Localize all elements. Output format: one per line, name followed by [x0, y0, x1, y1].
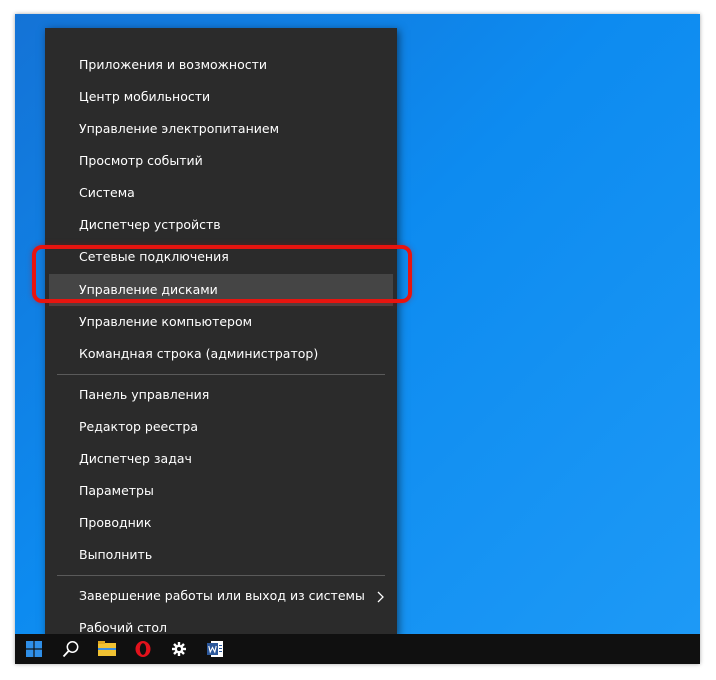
search-icon [62, 641, 79, 658]
menu-item-control-panel[interactable]: Панель управления [45, 379, 397, 411]
settings-gear-icon [172, 642, 186, 656]
menu-item-power-options[interactable]: Управление электропитанием [45, 113, 397, 145]
menu-item-event-viewer[interactable]: Просмотр событий [45, 145, 397, 177]
menu-item-apps-features[interactable]: Приложения и возможности [45, 49, 397, 81]
desktop: Приложения и возможности Центр мобильнос… [15, 14, 700, 664]
search-button[interactable] [53, 634, 89, 664]
opera-button[interactable] [125, 634, 161, 664]
menu-item-device-manager[interactable]: Диспетчер устройств [45, 209, 397, 241]
menu-item-computer-management[interactable]: Управление компьютером [45, 306, 397, 338]
highlight-frame [32, 245, 412, 303]
menu-separator [57, 575, 385, 576]
menu-item-run[interactable]: Выполнить [45, 539, 397, 571]
word-button[interactable] [197, 634, 233, 664]
start-button[interactable] [15, 634, 53, 664]
menu-item-settings[interactable]: Параметры [45, 475, 397, 507]
taskbar [15, 634, 700, 664]
menu-item-registry-editor[interactable]: Редактор реестра [45, 411, 397, 443]
menu-item-system[interactable]: Система [45, 177, 397, 209]
opera-icon [135, 641, 151, 657]
file-explorer-button[interactable] [89, 634, 125, 664]
menu-item-command-prompt-admin[interactable]: Командная строка (администратор) [45, 338, 397, 370]
chevron-right-icon [377, 591, 384, 603]
windows-start-icon [26, 641, 42, 657]
winx-context-menu: Приложения и возможности Центр мобильнос… [45, 28, 397, 636]
settings-button[interactable] [161, 634, 197, 664]
menu-item-shutdown-signout[interactable]: Завершение работы или выход из системы [45, 580, 397, 612]
menu-item-task-manager[interactable]: Диспетчер задач [45, 443, 397, 475]
menu-separator [57, 374, 385, 375]
file-explorer-icon [98, 641, 116, 656]
menu-item-file-explorer[interactable]: Проводник [45, 507, 397, 539]
word-icon [207, 641, 223, 657]
menu-item-mobility-center[interactable]: Центр мобильности [45, 81, 397, 113]
